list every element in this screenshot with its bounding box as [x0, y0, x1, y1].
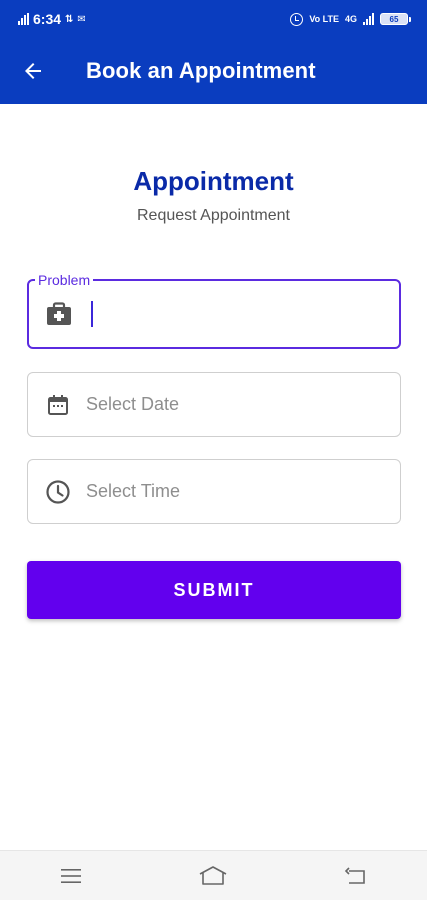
date-input[interactable] [86, 373, 400, 436]
notification-icon: ✉ [77, 13, 86, 25]
status-bar: 6:34 ⇅ ✉ Vo LTE 4G 65 [0, 0, 427, 38]
back-nav-button[interactable] [326, 851, 386, 900]
status-time: 6:34 [33, 11, 62, 27]
back-button[interactable] [0, 38, 70, 104]
problem-input[interactable] [93, 281, 399, 347]
page-heading: Appointment [133, 166, 294, 196]
home-icon [200, 865, 227, 885]
battery-level: 65 [380, 13, 408, 25]
appointment-screen: 6:34 ⇅ ✉ Vo LTE 4G 65 Book an Appointmen… [0, 0, 427, 900]
volte-indicator: Vo LTE [309, 14, 339, 24]
menu-icon [61, 868, 82, 883]
time-input[interactable] [86, 460, 400, 523]
network-type: 4G [344, 14, 357, 24]
medical-kit-icon [29, 302, 87, 326]
app-title: Book an Appointment [86, 58, 316, 83]
system-nav-bar [0, 850, 427, 900]
status-right: Vo LTE 4G 65 [290, 12, 411, 26]
menu-button[interactable] [41, 851, 101, 900]
battery-icon: 65 [380, 13, 411, 25]
app-bar: Book an Appointment [0, 38, 427, 104]
time-field[interactable] [27, 459, 401, 524]
clock-icon [28, 479, 86, 505]
signal-icon [18, 13, 29, 25]
status-left: 6:34 ⇅ ✉ [18, 11, 86, 27]
calendar-icon [28, 393, 86, 417]
back-icon [344, 866, 365, 884]
data-activity-icon: ⇅ [65, 13, 74, 25]
date-field[interactable] [27, 372, 401, 437]
home-button[interactable] [183, 851, 243, 900]
battery-tip [409, 16, 411, 22]
problem-field[interactable]: Problem [27, 271, 401, 349]
problem-label: Problem [35, 271, 94, 289]
arrow-left-icon [25, 63, 41, 79]
alarm-icon [290, 12, 304, 26]
submit-button[interactable]: SUBMIT [27, 561, 401, 619]
page-subheading: Request Appointment [137, 207, 290, 224]
cell-signal-icon [363, 13, 374, 25]
